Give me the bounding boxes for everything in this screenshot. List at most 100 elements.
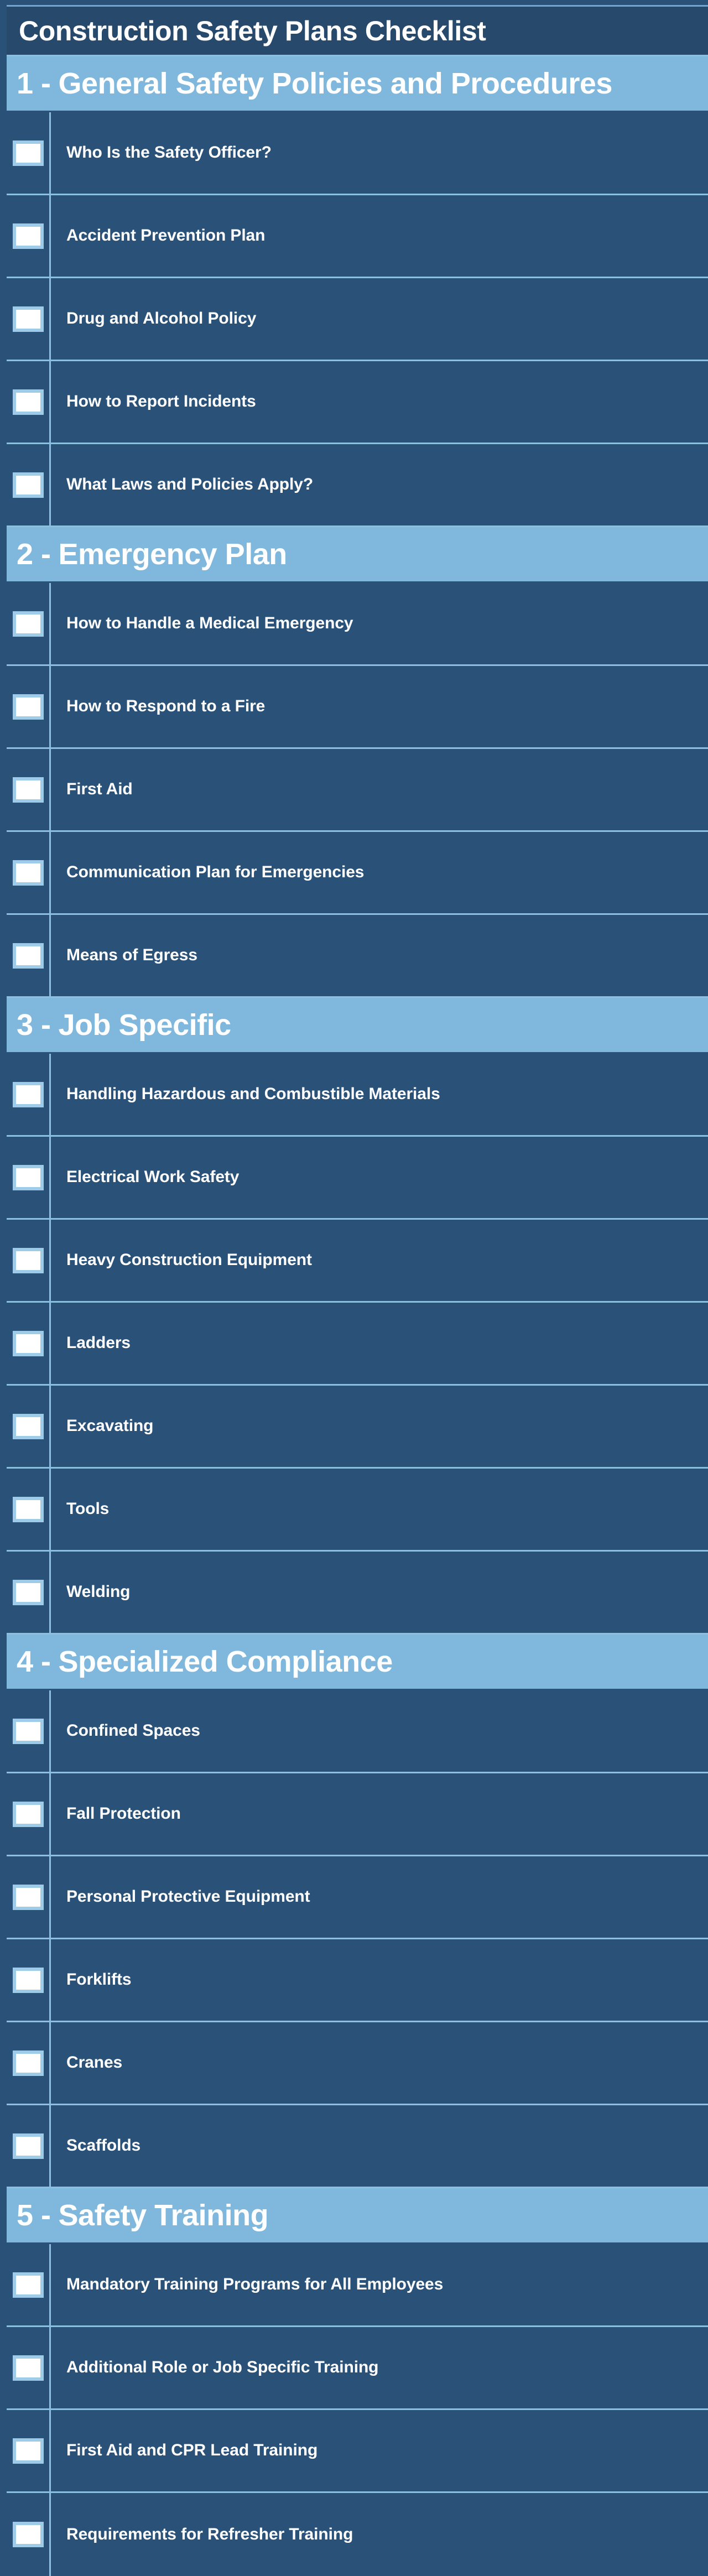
- checkbox-cell[interactable]: [7, 1386, 51, 1467]
- checklist-row[interactable]: Requirements for Refresher Training: [7, 2493, 708, 2576]
- empty-checkbox-icon[interactable]: [12, 2272, 44, 2298]
- checklist-row[interactable]: Handling Hazardous and Combustible Mater…: [7, 1054, 708, 1137]
- checklist-item-cell: Fall Protection: [51, 1773, 708, 1855]
- checklist-row[interactable]: Excavating: [7, 1386, 708, 1469]
- empty-checkbox-icon[interactable]: [12, 2438, 44, 2464]
- empty-checkbox-icon[interactable]: [12, 223, 44, 249]
- empty-checkbox-icon[interactable]: [12, 1081, 44, 1107]
- checkbox-cell[interactable]: [7, 2327, 51, 2408]
- empty-checkbox-icon[interactable]: [12, 777, 44, 803]
- checkbox-cell[interactable]: [7, 1856, 51, 1938]
- checkbox-cell[interactable]: [7, 749, 51, 830]
- checkbox-cell[interactable]: [7, 1303, 51, 1384]
- empty-checkbox-icon[interactable]: [12, 1413, 44, 1439]
- checkbox-cell[interactable]: [7, 915, 51, 996]
- checklist-item-label: Excavating: [66, 1417, 154, 1435]
- checkbox-cell[interactable]: [7, 1773, 51, 1855]
- checkbox-cell[interactable]: [7, 2022, 51, 2104]
- empty-checkbox-icon[interactable]: [12, 2522, 44, 2547]
- checklist-row[interactable]: Confined Spaces: [7, 1690, 708, 1773]
- checklist-item-cell: Handling Hazardous and Combustible Mater…: [51, 1054, 708, 1135]
- checkbox-cell[interactable]: [7, 2410, 51, 2491]
- checkbox-cell[interactable]: [7, 278, 51, 360]
- empty-checkbox-icon[interactable]: [12, 1496, 44, 1522]
- empty-checkbox-icon[interactable]: [12, 1579, 44, 1605]
- checklist-row[interactable]: How to Report Incidents: [7, 361, 708, 444]
- checklist-row[interactable]: Additional Role or Job Specific Training: [7, 2327, 708, 2410]
- checklist-row[interactable]: Forklifts: [7, 1939, 708, 2022]
- checkbox-cell[interactable]: [7, 2105, 51, 2187]
- checklist-row[interactable]: Tools: [7, 1469, 708, 1552]
- checkbox-cell[interactable]: [7, 1552, 51, 1633]
- checkbox-cell[interactable]: [7, 1220, 51, 1301]
- checkbox-cell[interactable]: [7, 2493, 51, 2576]
- empty-checkbox-icon[interactable]: [12, 1247, 44, 1273]
- checkbox-cell[interactable]: [7, 112, 51, 194]
- checklist-row[interactable]: How to Handle a Medical Emergency: [7, 583, 708, 666]
- checklist-item-cell: Confined Spaces: [51, 1690, 708, 1772]
- checklist-item-label: Personal Protective Equipment: [66, 1887, 310, 1906]
- checklist-row[interactable]: Personal Protective Equipment: [7, 1856, 708, 1939]
- checkbox-cell[interactable]: [7, 1690, 51, 1772]
- checkbox-cell[interactable]: [7, 1054, 51, 1135]
- checkbox-cell[interactable]: [7, 1939, 51, 2021]
- checklist-row[interactable]: Accident Prevention Plan: [7, 195, 708, 278]
- section-title: General Safety Policies and Procedures: [58, 67, 613, 100]
- checklist-row[interactable]: What Laws and Policies Apply?: [7, 444, 708, 527]
- empty-checkbox-icon[interactable]: [12, 2133, 44, 2159]
- checklist-row[interactable]: Scaffolds: [7, 2105, 708, 2188]
- empty-checkbox-icon[interactable]: [12, 1884, 44, 1910]
- checklist-item-cell: Cranes: [51, 2022, 708, 2104]
- checklist-row[interactable]: First Aid: [7, 749, 708, 832]
- empty-checkbox-icon[interactable]: [12, 2355, 44, 2381]
- checklist-item-cell: How to Respond to a Fire: [51, 666, 708, 747]
- checklist-item-label: First Aid: [66, 780, 133, 799]
- checklist-row[interactable]: Communication Plan for Emergencies: [7, 832, 708, 915]
- checklist-row[interactable]: How to Respond to a Fire: [7, 666, 708, 749]
- checklist-item-cell: Excavating: [51, 1386, 708, 1467]
- checkbox-cell[interactable]: [7, 361, 51, 443]
- empty-checkbox-icon[interactable]: [12, 1967, 44, 1993]
- empty-checkbox-icon[interactable]: [12, 389, 44, 415]
- checkbox-cell[interactable]: [7, 2244, 51, 2325]
- empty-checkbox-icon[interactable]: [12, 611, 44, 637]
- empty-checkbox-icon[interactable]: [12, 472, 44, 498]
- checklist-item-label: Confined Spaces: [66, 1721, 200, 1740]
- checkbox-cell[interactable]: [7, 195, 51, 277]
- checkbox-cell[interactable]: [7, 444, 51, 525]
- empty-checkbox-icon[interactable]: [12, 140, 44, 166]
- empty-checkbox-icon[interactable]: [12, 1801, 44, 1827]
- empty-checkbox-icon[interactable]: [12, 2050, 44, 2076]
- checklist-row[interactable]: Welding: [7, 1552, 708, 1635]
- checklist-row[interactable]: First Aid and CPR Lead Training: [7, 2410, 708, 2493]
- checklist-item-cell: How to Report Incidents: [51, 361, 708, 443]
- empty-checkbox-icon[interactable]: [12, 1718, 44, 1744]
- checklist-row[interactable]: Cranes: [7, 2022, 708, 2105]
- empty-checkbox-icon[interactable]: [12, 860, 44, 886]
- checklist-row[interactable]: Mandatory Training Programs for All Empl…: [7, 2244, 708, 2327]
- checklist-row[interactable]: Who Is the Safety Officer?: [7, 112, 708, 195]
- checklist-row[interactable]: Fall Protection: [7, 1773, 708, 1856]
- empty-checkbox-icon[interactable]: [12, 943, 44, 969]
- section-number: 3 -: [17, 1008, 51, 1042]
- checklist-row[interactable]: Electrical Work Safety: [7, 1137, 708, 1220]
- checklist-item-label: Requirements for Refresher Training: [66, 2525, 353, 2543]
- checklist-row[interactable]: Drug and Alcohol Policy: [7, 278, 708, 361]
- section-number: 4 -: [17, 1645, 51, 1678]
- empty-checkbox-icon[interactable]: [12, 306, 44, 332]
- checklist-row[interactable]: Heavy Construction Equipment: [7, 1220, 708, 1303]
- checklist-document: Construction Safety Plans Checklist 1 -G…: [7, 5, 708, 2576]
- checkbox-cell[interactable]: [7, 583, 51, 664]
- checklist-item-cell: Additional Role or Job Specific Training: [51, 2327, 708, 2408]
- checkbox-cell[interactable]: [7, 666, 51, 747]
- empty-checkbox-icon[interactable]: [12, 1330, 44, 1356]
- checklist-item-cell: Ladders: [51, 1303, 708, 1384]
- checkbox-cell[interactable]: [7, 832, 51, 913]
- empty-checkbox-icon[interactable]: [12, 694, 44, 720]
- checklist-item-label: Accident Prevention Plan: [66, 226, 266, 245]
- checkbox-cell[interactable]: [7, 1137, 51, 1218]
- empty-checkbox-icon[interactable]: [12, 1164, 44, 1190]
- checkbox-cell[interactable]: [7, 1469, 51, 1550]
- checklist-row[interactable]: Ladders: [7, 1303, 708, 1386]
- checklist-row[interactable]: Means of Egress: [7, 915, 708, 998]
